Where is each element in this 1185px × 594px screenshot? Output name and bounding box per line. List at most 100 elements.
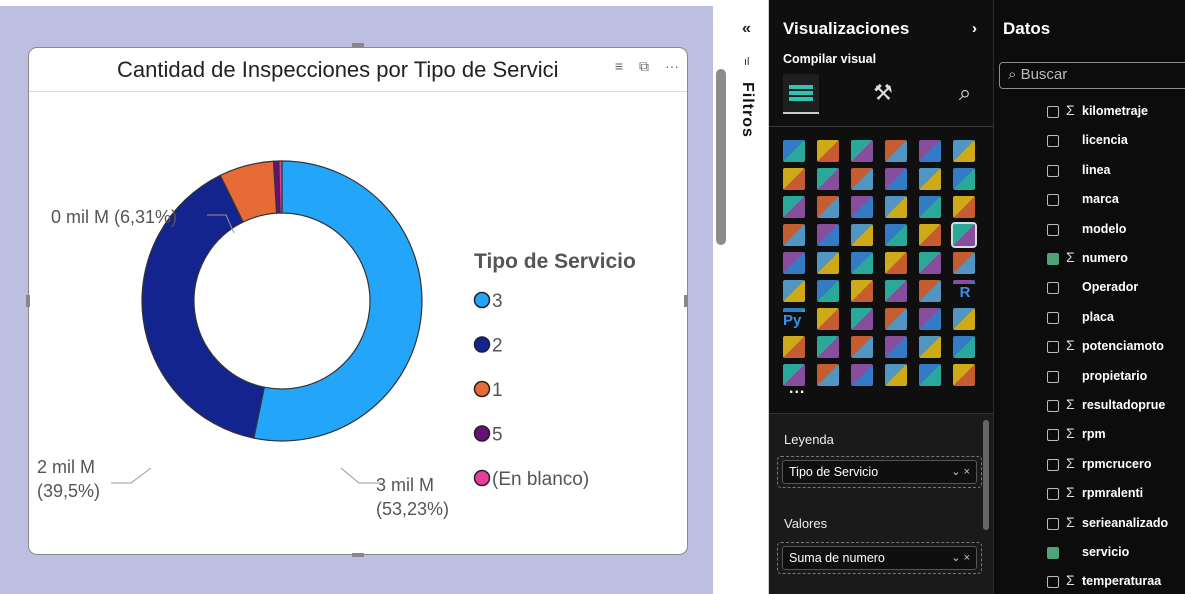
visual-type-icon[interactable] bbox=[885, 168, 907, 190]
visual-type-icon[interactable] bbox=[851, 252, 873, 274]
visual-type-icon[interactable] bbox=[919, 336, 941, 358]
tab-analytics[interactable]: ⌕ bbox=[947, 74, 983, 114]
visual-type-icon[interactable] bbox=[885, 196, 907, 218]
visual-type-icon[interactable] bbox=[783, 196, 805, 218]
visual-type-icon[interactable] bbox=[851, 364, 873, 386]
field-checkbox[interactable] bbox=[1047, 517, 1059, 530]
search-input[interactable]: ⌕ Buscar bbox=[999, 62, 1185, 89]
legend-item-label[interactable]: 1 bbox=[492, 380, 503, 401]
field-item-placa[interactable]: placa bbox=[1082, 310, 1114, 324]
visual-type-icon[interactable] bbox=[953, 308, 975, 330]
legend-marker[interactable] bbox=[473, 380, 491, 398]
field-item-rpmcrucero[interactable]: rpmcrucero bbox=[1082, 457, 1151, 471]
visual-type-icon[interactable] bbox=[953, 336, 975, 358]
visual-type-icon[interactable] bbox=[919, 140, 941, 162]
visual-type-icon[interactable] bbox=[817, 168, 839, 190]
tab-build-visual[interactable] bbox=[783, 74, 819, 114]
legend-item-label[interactable]: 5 bbox=[492, 425, 503, 446]
field-checkbox[interactable] bbox=[1047, 488, 1059, 501]
more-options-icon[interactable]: ··· bbox=[665, 58, 679, 75]
visual-type-icon[interactable] bbox=[953, 196, 975, 218]
r-visual-icon[interactable]: R bbox=[953, 284, 977, 306]
field-item-operador[interactable]: Operador bbox=[1082, 280, 1138, 294]
canvas-scrollbar[interactable] bbox=[716, 69, 726, 245]
field-item-linea[interactable]: linea bbox=[1082, 163, 1111, 177]
field-checkbox[interactable] bbox=[1047, 547, 1059, 559]
field-item-propietario[interactable]: propietario bbox=[1082, 369, 1147, 383]
resize-handle-right[interactable] bbox=[684, 295, 688, 307]
field-checkbox[interactable] bbox=[1047, 253, 1059, 265]
visual-type-icon[interactable] bbox=[885, 364, 907, 386]
visual-type-icon[interactable] bbox=[919, 308, 941, 330]
field-item-rpm[interactable]: rpm bbox=[1082, 427, 1106, 441]
field-checkbox[interactable] bbox=[1047, 370, 1059, 383]
visual-type-icon[interactable] bbox=[817, 308, 839, 330]
pill-controls[interactable]: ⌄ × bbox=[951, 465, 970, 478]
visual-type-icon[interactable] bbox=[851, 280, 873, 302]
tab-format-visual[interactable]: ⚒ bbox=[865, 74, 901, 114]
field-checkbox[interactable] bbox=[1047, 106, 1059, 118]
visual-type-icon[interactable] bbox=[885, 308, 907, 330]
legend-field-pill[interactable]: Tipo de Servicio ⌄ × bbox=[782, 460, 977, 484]
field-item-marca[interactable]: marca bbox=[1082, 192, 1119, 206]
visual-type-icon[interactable] bbox=[817, 252, 839, 274]
field-checkbox[interactable] bbox=[1047, 576, 1059, 589]
field-checkbox[interactable] bbox=[1047, 311, 1059, 324]
more-visuals-button[interactable]: ... bbox=[789, 380, 805, 398]
visual-type-icon[interactable] bbox=[851, 336, 873, 358]
visual-type-icon[interactable] bbox=[919, 364, 941, 386]
field-checkbox[interactable] bbox=[1047, 429, 1059, 442]
visual-type-icon[interactable] bbox=[953, 140, 975, 162]
field-item-resultadoprue[interactable]: resultadoprue bbox=[1082, 398, 1165, 412]
collapse-filters-icon[interactable]: « bbox=[742, 20, 751, 38]
field-item-kilometraje[interactable]: kilometraje bbox=[1082, 104, 1148, 118]
visual-type-icon[interactable] bbox=[851, 308, 873, 330]
legend-marker[interactable] bbox=[473, 336, 491, 353]
visual-type-icon[interactable] bbox=[851, 224, 873, 246]
field-checkbox[interactable] bbox=[1047, 400, 1059, 412]
visual-type-icon[interactable] bbox=[817, 364, 839, 386]
visual-type-icon[interactable] bbox=[951, 222, 977, 248]
expand-pane-icon[interactable]: › bbox=[972, 20, 977, 37]
field-item-rpmralenti[interactable]: rpmralenti bbox=[1082, 486, 1143, 500]
resize-handle-left[interactable] bbox=[26, 295, 30, 307]
field-checkbox[interactable] bbox=[1047, 135, 1059, 148]
visual-type-icon[interactable] bbox=[817, 196, 839, 218]
visual-type-icon[interactable] bbox=[817, 224, 839, 246]
visual-type-icon[interactable] bbox=[851, 196, 873, 218]
visual-type-icon[interactable] bbox=[919, 252, 941, 274]
legend-marker[interactable] bbox=[473, 425, 491, 442]
field-item-numero[interactable]: numero bbox=[1082, 251, 1128, 265]
visual-type-icon[interactable] bbox=[783, 336, 805, 358]
visual-type-icon[interactable] bbox=[953, 168, 975, 190]
legend-well[interactable]: Tipo de Servicio ⌄ × bbox=[777, 456, 982, 488]
donut-chart-visual[interactable]: Cantidad de Inspecciones por Tipo de Ser… bbox=[28, 47, 688, 555]
visual-type-icon[interactable] bbox=[783, 140, 805, 162]
field-checkbox[interactable] bbox=[1047, 164, 1059, 177]
visual-type-icon[interactable] bbox=[783, 224, 805, 246]
legend-item-label[interactable]: 3 bbox=[492, 291, 503, 312]
field-checkbox[interactable] bbox=[1047, 282, 1059, 295]
visual-type-icon[interactable] bbox=[885, 224, 907, 246]
filter-icon[interactable]: ≡ bbox=[615, 58, 623, 75]
resize-handle-top[interactable] bbox=[352, 43, 364, 47]
visual-type-icon[interactable] bbox=[919, 224, 941, 246]
pill-controls[interactable]: ⌄ × bbox=[951, 551, 970, 564]
visual-type-icon[interactable] bbox=[919, 196, 941, 218]
legend-item-label[interactable]: (En blanco) bbox=[492, 469, 589, 490]
visual-type-icon[interactable] bbox=[919, 280, 941, 302]
donut-slice-enblanco[interactable] bbox=[278, 160, 283, 214]
visual-type-icon[interactable] bbox=[953, 252, 975, 274]
legend-marker[interactable] bbox=[473, 469, 491, 487]
python-visual-icon[interactable]: Py bbox=[783, 312, 807, 334]
legend-marker[interactable] bbox=[473, 291, 491, 309]
field-checkbox[interactable] bbox=[1047, 194, 1059, 207]
values-well[interactable]: Suma de numero ⌄ × bbox=[777, 542, 982, 574]
visual-type-icon[interactable] bbox=[885, 280, 907, 302]
field-item-licencia[interactable]: licencia bbox=[1082, 133, 1128, 147]
visual-type-icon[interactable] bbox=[783, 280, 805, 302]
field-item-potenciamoto[interactable]: potenciamoto bbox=[1082, 339, 1164, 353]
visual-type-icon[interactable] bbox=[851, 168, 873, 190]
visual-type-icon[interactable] bbox=[885, 140, 907, 162]
filters-pane-collapsed[interactable]: « ıl Filtros bbox=[730, 0, 769, 594]
